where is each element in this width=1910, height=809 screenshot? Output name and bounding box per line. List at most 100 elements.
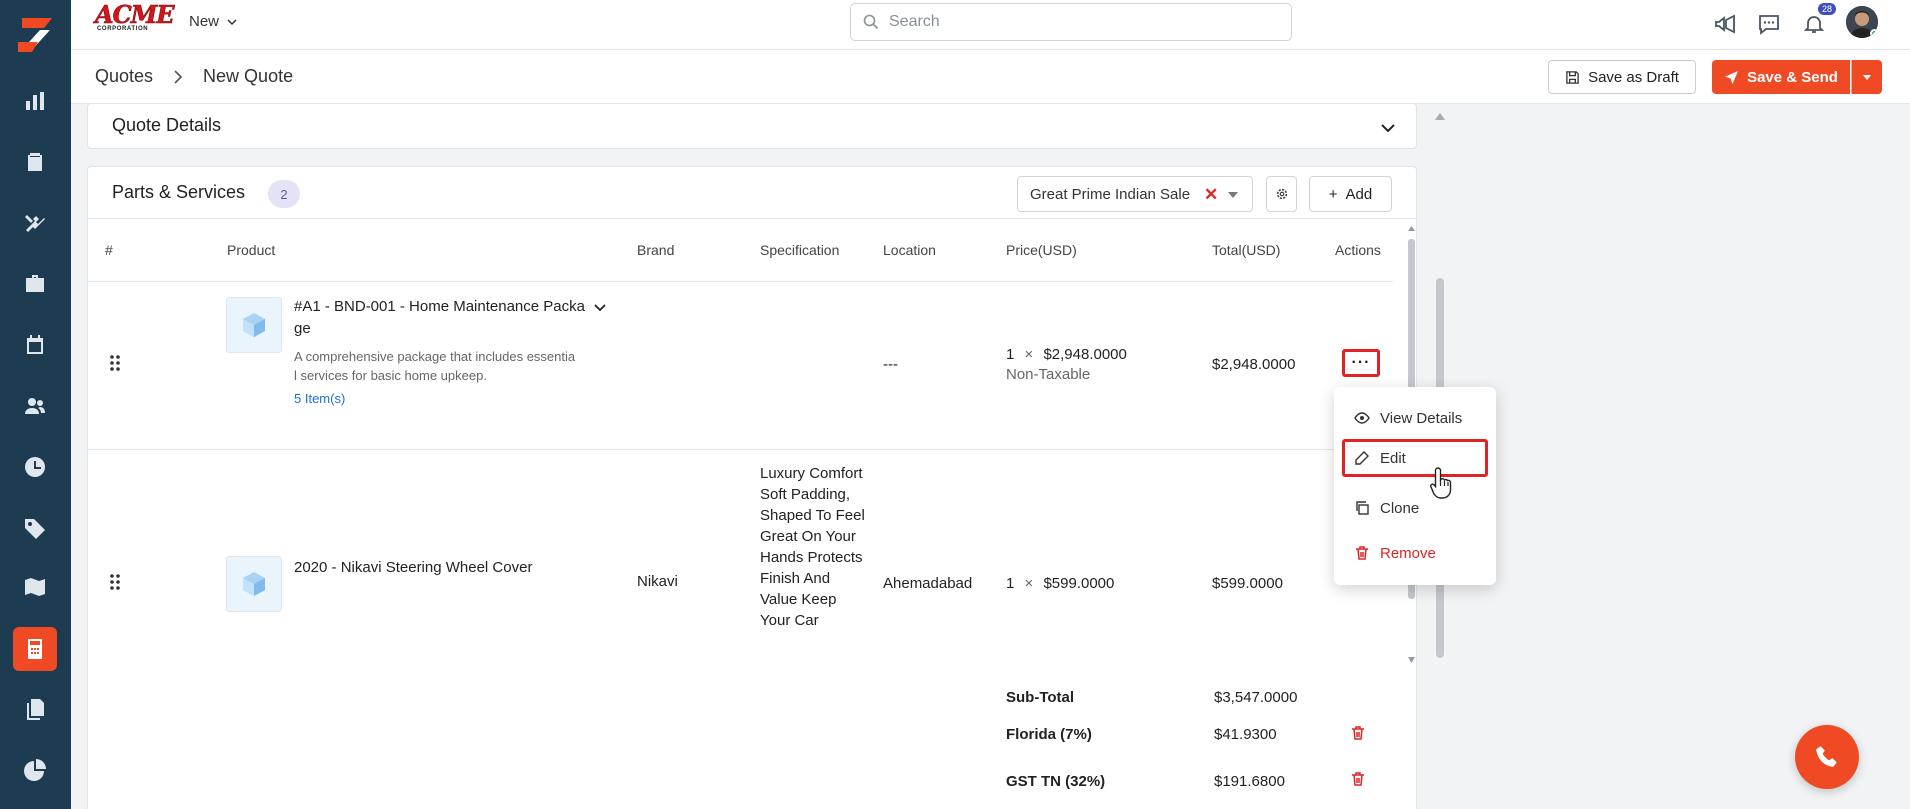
new-menu[interactable]: New (189, 13, 237, 30)
menu-clone[interactable]: Clone (1342, 489, 1488, 527)
plus-icon: + (1328, 185, 1338, 203)
col-header-brand: Brand (637, 242, 675, 258)
notification-badge: 28 (1818, 3, 1837, 15)
settings-button[interactable] (1266, 176, 1297, 212)
search-icon (863, 14, 879, 30)
edit-icon (1355, 451, 1369, 465)
tax-florida-value: $41.9300 (1214, 726, 1277, 743)
row-price: 1 × $599.0000 (1006, 575, 1114, 592)
save-as-draft-button[interactable]: Save as Draft (1548, 60, 1696, 94)
row-actions-menu: View Details Edit Clone Remove (1334, 387, 1496, 585)
sidebar-item-tools[interactable] (18, 206, 52, 240)
row-total: $599.0000 (1212, 575, 1283, 592)
quote-details-panel[interactable]: Quote Details (87, 103, 1417, 149)
sidebar-item-analytics[interactable] (18, 753, 52, 787)
row-total: $2,948.0000 (1212, 356, 1296, 373)
briefcase-icon (26, 275, 44, 292)
product-desc-line2: l services for basic home upkeep. (294, 368, 487, 383)
menu-edit-label: Edit (1380, 449, 1406, 467)
save-icon (1566, 70, 1579, 84)
sidebar-item-timesheet[interactable] (18, 450, 52, 484)
sidebar-item-quotes[interactable] (13, 627, 57, 671)
row-location: --- (883, 356, 898, 373)
breadcrumb: Quotes New Quote (95, 66, 293, 87)
clear-icon[interactable]: ✕ (1204, 185, 1218, 205)
menu-remove-label: Remove (1380, 544, 1436, 562)
box-icon (243, 572, 265, 596)
menu-clone-label: Clone (1380, 499, 1420, 517)
sidebar-item-reports[interactable] (18, 84, 52, 118)
sidebar-item-customers[interactable] (18, 389, 52, 423)
send-icon (1725, 70, 1739, 84)
col-header-actions: Actions (1335, 242, 1381, 258)
chevron-down-icon[interactable] (594, 302, 606, 314)
sidebar-item-calendar[interactable] (18, 328, 52, 362)
page-header: Quotes New Quote Save as Draft Save & Se… (71, 50, 1910, 104)
call-button[interactable] (1795, 725, 1859, 789)
header-divider (88, 281, 1393, 282)
subtotal-label: Sub-Total (1006, 689, 1075, 706)
row-actions-button[interactable]: ··· (1342, 349, 1380, 377)
product-desc-line1: A comprehensive package that includes es… (294, 349, 576, 364)
bell-icon (1803, 16, 1825, 33)
documents-icon (27, 699, 44, 720)
tax-gst-label: GST TN (32%) (1006, 773, 1106, 790)
product-title[interactable]: 2020 - Nikavi Steering Wheel Cover (294, 557, 532, 579)
times-sign: × (1024, 346, 1034, 363)
wrench-icon (25, 215, 45, 232)
messages-button[interactable] (1754, 9, 1784, 39)
row-qty: 1 (1006, 575, 1015, 592)
bundle-items-link[interactable]: 5 Item(s) (294, 391, 345, 406)
sidebar-item-pricing[interactable] (18, 511, 52, 545)
menu-view-details[interactable]: View Details (1342, 399, 1488, 437)
sidebar-item-briefcase[interactable] (18, 267, 52, 301)
row-tax-note: Non-Taxable (1006, 366, 1091, 383)
copy-icon (1356, 501, 1369, 515)
tax-select[interactable]: Great Prime Indian Sale ✕ (1017, 176, 1253, 212)
sidebar-item-map[interactable] (18, 570, 52, 604)
map-icon (25, 578, 45, 596)
col-header-price: Price(USD) (1006, 242, 1077, 258)
users-icon (25, 398, 45, 414)
bar-chart-icon (26, 92, 44, 110)
product-title-line1: #A1 - BND-001 - Home Maintenance Packa (294, 298, 585, 315)
menu-edit[interactable]: Edit (1342, 439, 1488, 477)
col-header-location: Location (883, 242, 936, 258)
sidebar-item-jobs[interactable] (18, 145, 52, 179)
tax-select-value: Great Prime Indian Sale (1030, 185, 1191, 203)
announcements-button[interactable] (1710, 9, 1740, 39)
row-divider (88, 449, 1393, 450)
phone-icon (1816, 746, 1837, 767)
product-title[interactable]: #A1 - BND-001 - Home Maintenance Packa g… (294, 296, 585, 340)
col-header-specification: Specification (760, 242, 840, 258)
caret-down-icon (1228, 192, 1238, 198)
user-avatar[interactable] (1846, 6, 1878, 38)
parts-header: Parts & Services 2 Great Prime Indian Sa… (88, 167, 1416, 219)
trash-icon[interactable] (1350, 771, 1366, 787)
gear-icon (1276, 188, 1287, 200)
brand-logo[interactable]: ACME CORPORATION (95, 2, 175, 36)
tag-icon (25, 519, 45, 539)
calculator-icon (28, 639, 42, 659)
chevron-down-icon[interactable] (1380, 120, 1396, 136)
menu-remove[interactable]: Remove (1342, 534, 1488, 572)
app-logo-icon[interactable] (14, 14, 56, 56)
search-input[interactable] (889, 13, 1269, 31)
add-item-button[interactable]: + Add (1309, 176, 1392, 212)
chevron-right-icon (174, 69, 183, 84)
product-description: A comprehensive package that includes es… (294, 347, 575, 385)
row-unit-price: $2,948.0000 (1043, 346, 1127, 363)
trash-icon[interactable] (1350, 725, 1366, 741)
online-status-dot (1870, 29, 1878, 38)
sidebar-item-documents[interactable] (18, 692, 52, 726)
save-and-send-button[interactable]: Save & Send (1712, 60, 1850, 94)
search-box[interactable] (850, 3, 1292, 41)
save-send-dropdown-button[interactable] (1851, 60, 1882, 94)
save-and-send-label: Save & Send (1747, 68, 1838, 86)
drag-handle-icon[interactable] (109, 354, 121, 372)
breadcrumb-quotes[interactable]: Quotes (95, 66, 153, 87)
quote-details-title: Quote Details (112, 115, 222, 135)
row-location: Ahemadabad (883, 575, 973, 592)
drag-handle-icon[interactable] (109, 573, 121, 591)
chevron-down-icon (227, 18, 237, 25)
